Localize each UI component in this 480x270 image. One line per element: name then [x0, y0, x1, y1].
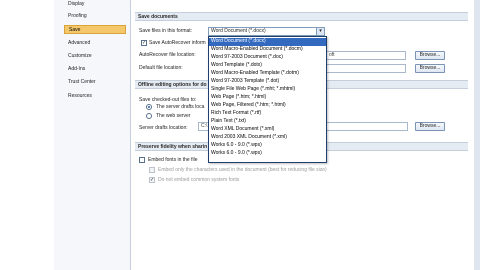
window-left-margin [0, 0, 54, 270]
server-drafts-radio[interactable] [146, 104, 152, 110]
format-label: Save files in this format: [139, 28, 193, 34]
format-option[interactable]: Word Macro-Enabled Template (*.dotm) [209, 70, 326, 78]
embed-only-checkbox[interactable] [149, 167, 155, 173]
sidebar-item-trust-center[interactable]: Trust Center [64, 78, 126, 87]
format-option[interactable]: Word 2003 XML Document (*.xml) [209, 134, 326, 142]
format-option[interactable]: Web Page, Filtered (*.htm; *.html) [209, 102, 326, 110]
format-combo-value: Word Document (*.docx) [211, 28, 266, 34]
section-save-documents: Save documents [135, 12, 468, 21]
format-option[interactable]: Word 97-2003 Template (*.dot) [209, 78, 326, 86]
sidebar-item-advanced[interactable]: Advanced [64, 39, 126, 48]
checked-out-label: Save checked-out files to: [139, 97, 197, 103]
sidebar-item-proofing[interactable]: Proofing [64, 12, 126, 21]
drafts-location-label: Server drafts location: [139, 125, 188, 131]
sidebar-item-display[interactable]: Display [64, 0, 126, 9]
embed-fonts-checkbox[interactable] [139, 157, 145, 163]
embed-only-label: Embed only the characters used in the do… [158, 167, 327, 173]
default-location-field[interactable] [326, 64, 406, 73]
web-server-radio[interactable] [146, 113, 152, 119]
sidebar-item-customize[interactable]: Customize [64, 52, 126, 61]
format-option[interactable]: Word Template (*.dotx) [209, 62, 326, 70]
sidebar-item-add-ins[interactable]: Add-Ins [64, 65, 126, 74]
autorecover-location-label: AutoRecover file location: [139, 52, 196, 58]
embed-fonts-label: Embed fonts in the file [148, 157, 198, 163]
autorecover-label: Save AutoRecover inform [149, 40, 206, 46]
autorecover-browse-button[interactable]: Browse... [415, 51, 445, 60]
format-option[interactable]: Works 6.0 - 9.0 (*.wps) [209, 142, 326, 150]
format-option[interactable]: Works 6.0 - 9.0 (*.wps) [209, 150, 326, 158]
web-server-label: The web server [156, 113, 191, 119]
options-sidebar: Display Proofing Save Advanced Customize… [54, 0, 131, 270]
drafts-browse-button[interactable]: Browse... [415, 122, 445, 131]
chevron-down-icon[interactable]: ▾ [316, 28, 324, 35]
format-option[interactable]: Word 97-2003 Document (*.doc) [209, 54, 326, 62]
format-option[interactable]: Word Document (*.docx) [209, 38, 326, 46]
default-location-browse-button[interactable]: Browse... [415, 64, 445, 73]
format-option[interactable]: Rich Text Format (*.rtf) [209, 110, 326, 118]
format-option[interactable]: Word Macro-Enabled Document (*.docm) [209, 46, 326, 54]
sidebar-item-resources[interactable]: Resources [64, 92, 126, 101]
format-option[interactable]: Plain Text (*.txt) [209, 118, 326, 126]
format-combo[interactable]: Word Document (*.docx) ▾ [208, 27, 325, 36]
default-location-label: Default file location: [139, 65, 183, 71]
server-drafts-label: The server drafts loca [156, 104, 205, 110]
no-common-fonts-label: Do not embed common system fonts [158, 177, 240, 183]
vertical-scrollbar[interactable] [474, 0, 480, 270]
autorecover-location-field[interactable]: oft [326, 51, 406, 60]
autorecover-checkbox[interactable]: ✓ [141, 40, 147, 46]
format-option[interactable]: Web Page (*.htm; *.html) [209, 94, 326, 102]
no-common-fonts-checkbox[interactable]: ✓ [149, 177, 155, 183]
format-option[interactable]: Word XML Document (*.xml) [209, 126, 326, 134]
format-option[interactable]: Single File Web Page (*.mht; *.mhtml) [209, 86, 326, 94]
sidebar-item-save[interactable]: Save [64, 25, 126, 34]
format-dropdown-list: Word Document (*.docx) Word Macro-Enable… [208, 36, 327, 163]
